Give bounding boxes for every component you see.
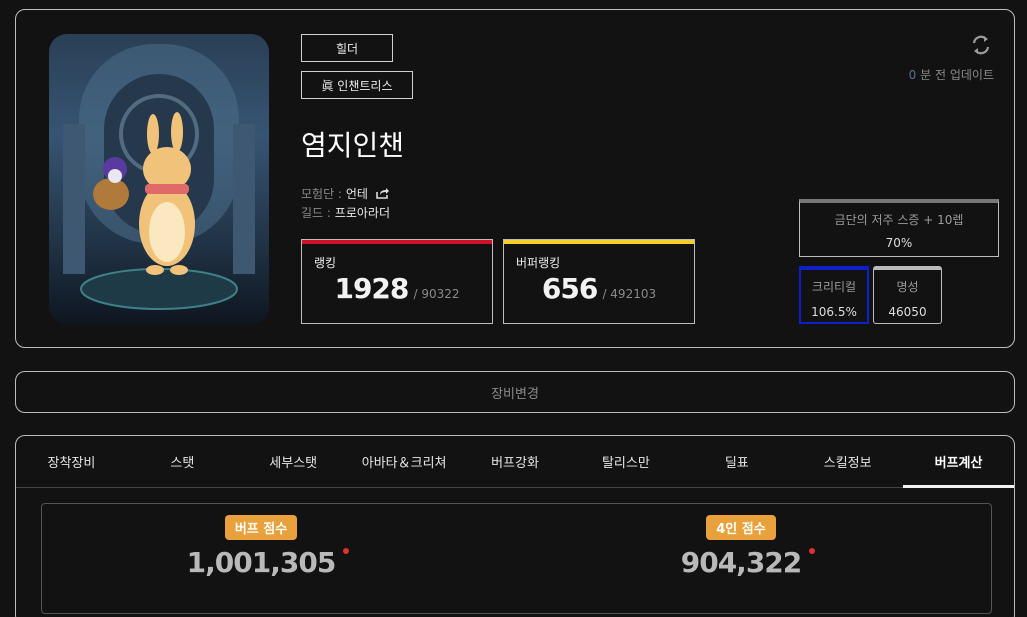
guild-info: 길드 : 프로아라더 (301, 204, 390, 221)
curse-stat-box: 금단의 저주 스증 + 10렙 70% (799, 199, 999, 257)
tab-buff-calc[interactable]: 버프계산 (903, 436, 1014, 488)
fame-label: 명성 (896, 280, 919, 294)
tab-detail-stats[interactable]: 세부스탯 (238, 436, 349, 487)
ranking-total: / 90322 (413, 287, 460, 301)
buffer-ranking-total: / 492103 (602, 287, 657, 301)
guild-label: 길드 : (301, 206, 331, 220)
ranking-value: 1928 (334, 272, 409, 305)
character-portrait (49, 34, 269, 324)
update-minutes: 0 (908, 68, 917, 82)
equip-change-button[interactable]: 장비변경 (15, 371, 1015, 413)
share-icon[interactable] (375, 187, 390, 202)
buff-score: 버프 점수 1,001,305 (141, 515, 381, 579)
buffer-ranking-value: 656 (541, 272, 598, 305)
character-profile-card: 힐더 眞 인챈트리스 염지인챈 모험단 : 언테 길드 : 프로아라더 랭킹 1… (15, 9, 1015, 348)
tab-talisman[interactable]: 탈리스만 (570, 436, 681, 487)
tab-damage-table[interactable]: 딜표 (681, 436, 792, 487)
buff-score-badge: 버프 점수 (224, 515, 298, 540)
update-text: 분 전 업데이트 (920, 68, 994, 82)
adventure-info: 모험단 : 언테 (301, 185, 390, 202)
party-score-dot-icon (809, 548, 816, 554)
party-score-value: 904,322 (680, 546, 803, 579)
refresh-icon[interactable] (970, 34, 992, 56)
buff-score-value: 1,001,305 (186, 546, 337, 579)
curse-value: 70% (885, 236, 913, 250)
tab-equipment[interactable]: 장착장비 (16, 436, 127, 487)
party-score: 4인 점수 904,322 (621, 515, 861, 579)
buffer-ranking-label: 버퍼랭킹 (516, 256, 561, 270)
buffer-ranking-box: 버퍼랭킹 656 / 492103 (503, 239, 695, 324)
fame-stat-box: 명성 46050 (873, 266, 942, 324)
buffer-ranking-color-bar (504, 240, 694, 244)
ranking-label: 랭킹 (314, 256, 337, 270)
update-status: 0 분 전 업데이트 (909, 66, 994, 83)
score-panel: 버프 점수 1,001,305 4인 점수 904,322 (41, 503, 992, 614)
guild-name: 프로아라더 (334, 206, 390, 220)
character-name: 염지인챈 (301, 129, 405, 162)
party-score-badge: 4인 점수 (706, 515, 776, 540)
ranking-box: 랭킹 1928 / 90322 (301, 239, 493, 324)
critical-stat-box: 크리티컬 106.5% (799, 266, 869, 324)
tab-bar: 장착장비 스탯 세부스탯 아바타＆크리쳐 버프강화 탈리스만 딜표 스킬정보 버… (16, 436, 1014, 488)
buff-score-dot-icon (343, 548, 350, 554)
job-tag: 힐더 (301, 34, 393, 62)
adventure-name[interactable]: 언테 (346, 187, 368, 201)
class-tag: 眞 인챈트리스 (301, 71, 413, 99)
tab-buff-enhance[interactable]: 버프강화 (460, 436, 571, 487)
adventure-label: 모험단 : (301, 187, 342, 201)
ranking-color-bar (302, 240, 492, 244)
critical-value: 106.5% (811, 305, 857, 319)
tab-avatar-creature[interactable]: 아바타＆크리쳐 (349, 436, 460, 487)
tab-skill-info[interactable]: 스킬정보 (792, 436, 903, 487)
detail-tabs-card: 장착장비 스탯 세부스탯 아바타＆크리쳐 버프강화 탈리스만 딜표 스킬정보 버… (15, 435, 1015, 617)
tab-stats[interactable]: 스탯 (127, 436, 238, 487)
critical-label: 크리티컬 (811, 280, 857, 294)
curse-label: 금단의 저주 스증 + 10렙 (834, 213, 964, 227)
fame-value: 46050 (888, 305, 927, 319)
